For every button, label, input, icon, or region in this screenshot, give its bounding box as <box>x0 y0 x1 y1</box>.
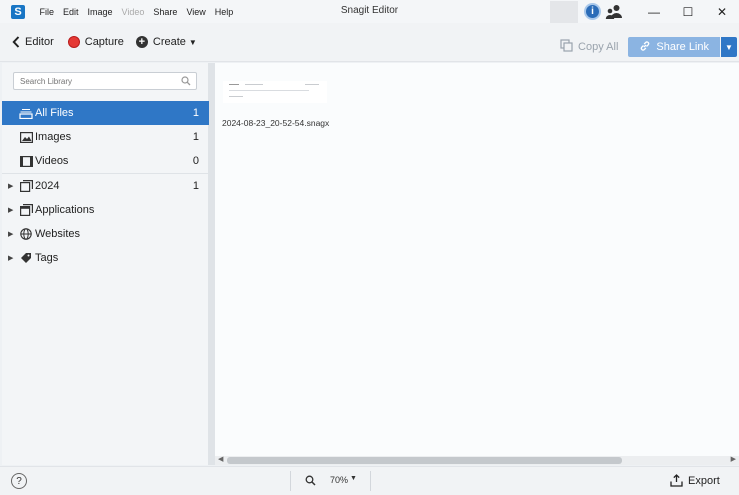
create-label: Create <box>152 36 186 48</box>
sidebar-item-label: Applications <box>35 204 95 216</box>
copy-all-label: Copy All <box>578 41 619 53</box>
calendar-icon <box>19 179 33 193</box>
status-bar: ? 70% ▼ Export <box>0 466 739 495</box>
sidebar-item-count: 1 <box>192 107 199 119</box>
sidebar-item-all-files[interactable]: All Files 1 <box>2 101 209 125</box>
expand-arrow-icon[interactable]: ▶ <box>8 230 13 238</box>
scroll-left-icon[interactable]: ◀ <box>218 455 223 463</box>
sidebar-item-count: 1 <box>192 131 199 143</box>
library-content: 2024-08-23_20-52-54.snagx ◀ ▶ <box>215 63 739 465</box>
menu-video: Video <box>121 6 145 17</box>
minimize-button[interactable]: — <box>637 0 671 23</box>
create-button[interactable]: + Create ▼ <box>135 36 197 48</box>
scrollbar-thumb[interactable] <box>227 457 622 464</box>
chevron-left-icon <box>12 36 20 48</box>
sidebar-item-images[interactable]: Images 1 <box>2 125 209 149</box>
image-icon <box>19 130 33 144</box>
title-bar: S File Edit Image Video Share View Help … <box>0 0 739 23</box>
divider <box>290 471 291 491</box>
divider <box>370 471 371 491</box>
horizontal-scrollbar[interactable]: ◀ ▶ <box>215 456 739 465</box>
sidebar-item-2024[interactable]: ▶ 2024 1 <box>2 174 209 198</box>
share-dropdown-button[interactable]: ▼ <box>721 37 737 57</box>
capture-label: Capture <box>84 36 124 48</box>
info-icon[interactable]: i <box>584 3 601 20</box>
export-button[interactable]: Export <box>670 474 720 487</box>
sidebar-item-websites[interactable]: ▶ Websites <box>2 222 209 246</box>
share-link-label: Share Link <box>656 41 709 53</box>
record-icon <box>67 36 80 48</box>
caret-down-icon: ▼ <box>725 42 733 52</box>
sidebar-item-label: Websites <box>35 228 81 240</box>
menu-help[interactable]: Help <box>210 7 238 17</box>
menu-edit[interactable]: Edit <box>59 7 84 17</box>
zoom-magnifier-icon[interactable] <box>305 475 316 489</box>
search-icon[interactable] <box>181 76 191 89</box>
people-icon[interactable] <box>605 3 623 21</box>
zoom-level[interactable]: 70% <box>330 475 348 485</box>
search-box <box>13 72 197 90</box>
sidebar-item-tags[interactable]: ▶ Tags <box>2 246 209 270</box>
sidebar-item-label: All Files <box>35 107 74 119</box>
scroll-right-icon[interactable]: ▶ <box>731 455 736 463</box>
menu-file[interactable]: File <box>35 7 59 17</box>
caret-down-icon: ▼ <box>188 37 197 47</box>
close-button[interactable]: ✕ <box>705 0 739 23</box>
export-icon <box>670 474 683 487</box>
file-thumbnail[interactable] <box>223 81 327 103</box>
sidebar-item-label: Videos <box>35 155 69 167</box>
capture-button[interactable]: Capture <box>67 36 124 48</box>
snagit-logo-icon[interactable]: S <box>11 4 25 19</box>
sidebar-item-videos[interactable]: Videos 0 <box>2 149 209 173</box>
sidebar-item-count: 0 <box>192 155 199 167</box>
expand-arrow-icon[interactable]: ▶ <box>8 254 13 262</box>
help-button[interactable]: ? <box>11 473 27 489</box>
menu-bar: File Edit Image Video Share View Help <box>35 7 238 17</box>
share-link-button[interactable]: Share Link <box>628 37 720 57</box>
menu-image[interactable]: Image <box>83 7 117 17</box>
stack-icon <box>19 106 33 120</box>
search-input[interactable] <box>14 76 174 86</box>
editor-back-label: Editor <box>25 36 54 48</box>
sidebar-item-label: Images <box>35 131 72 143</box>
file-name[interactable]: 2024-08-23_20-52-54.snagx <box>222 118 329 128</box>
plus-circle-icon: + <box>135 36 148 48</box>
toolbar: Editor Capture + Create ▼ Copy All Share… <box>0 23 739 62</box>
window-icon <box>19 203 33 217</box>
expand-arrow-icon[interactable]: ▶ <box>8 182 13 190</box>
sidebar-item-label: 2024 <box>35 180 60 192</box>
menu-share[interactable]: Share <box>149 7 182 17</box>
copy-icon <box>560 39 573 55</box>
account-placeholder <box>550 0 578 23</box>
maximize-button[interactable]: ☐ <box>671 0 705 23</box>
caret-down-icon[interactable]: ▼ <box>350 475 357 482</box>
globe-icon <box>19 227 33 241</box>
library-nav: All Files 1 Images 1 Videos 0 ▶ 2024 1 ▶… <box>2 101 209 270</box>
window-title: Snagit Editor <box>340 5 399 16</box>
editor-back-button[interactable]: Editor <box>12 36 54 48</box>
export-label: Export <box>688 474 720 487</box>
sidebar-item-count: 1 <box>192 180 199 192</box>
menu-view[interactable]: View <box>182 7 210 17</box>
copy-all-button[interactable]: Copy All <box>560 39 618 55</box>
sidebar-item-applications[interactable]: ▶ Applications <box>2 198 209 222</box>
film-icon <box>19 154 33 168</box>
sidebar-item-label: Tags <box>35 252 59 264</box>
link-icon <box>639 40 651 55</box>
tag-icon <box>19 251 33 265</box>
expand-arrow-icon[interactable]: ▶ <box>8 206 13 214</box>
library-sidebar: All Files 1 Images 1 Videos 0 ▶ 2024 1 <box>2 63 209 465</box>
